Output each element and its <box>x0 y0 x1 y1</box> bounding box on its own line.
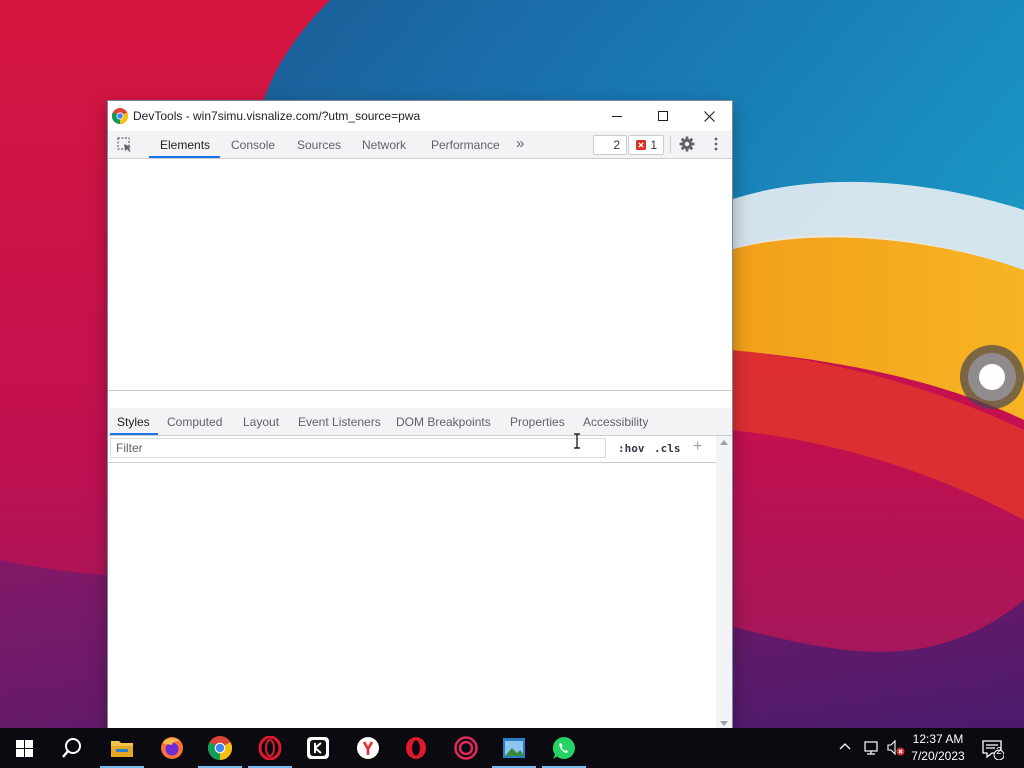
gear-icon[interactable] <box>679 136 695 152</box>
new-style-rule-button[interactable]: + <box>693 438 702 456</box>
active-subtab-indicator <box>110 433 158 435</box>
tab-elements[interactable]: Elements <box>160 131 210 158</box>
taskbar-app-ring[interactable] <box>442 728 490 768</box>
start-button[interactable] <box>0 728 48 768</box>
styles-filter-input[interactable] <box>110 438 606 458</box>
close-button[interactable] <box>686 101 732 131</box>
app-ring-icon <box>454 736 478 760</box>
devtools-main-toolbar: Elements Console Sources Network Perform… <box>108 131 732 159</box>
tab-layout[interactable]: Layout <box>243 408 279 435</box>
maximize-icon <box>658 111 668 121</box>
file-explorer-icon <box>111 741 133 757</box>
clock-time: 12:37 AM <box>912 732 964 746</box>
more-options-kebab-icon[interactable] <box>710 136 722 152</box>
app-window-icon <box>503 738 525 758</box>
notification-count-badge: 2 <box>996 746 1002 757</box>
taskbar-opera-gx[interactable] <box>246 728 294 768</box>
styles-filter-bar: :hov .cls + <box>108 436 716 463</box>
taskbar-firefox[interactable] <box>148 728 196 768</box>
text-cursor-icon <box>574 433 580 449</box>
network-icon[interactable] <box>862 740 880 756</box>
vertical-scrollbar[interactable] <box>716 436 732 728</box>
chrome-logo-icon <box>112 108 128 124</box>
chrome-icon <box>208 736 232 760</box>
maximize-button[interactable] <box>640 101 686 131</box>
tab-console[interactable]: Console <box>231 131 275 158</box>
firefox-icon <box>161 737 183 759</box>
assistive-touch-core <box>979 364 1005 390</box>
hover-state-toggle[interactable]: :hov <box>618 442 645 455</box>
close-icon <box>703 110 715 122</box>
tab-styles[interactable]: Styles <box>117 408 150 435</box>
search-button[interactable] <box>48 728 96 768</box>
taskbar-file-explorer[interactable] <box>98 728 146 768</box>
taskbar-opera[interactable] <box>392 728 440 768</box>
system-clock[interactable]: 12:37 AM 7/20/2023 <box>908 731 968 765</box>
taskbar-whatsapp[interactable] <box>540 728 588 768</box>
taskbar-chrome[interactable] <box>196 728 244 768</box>
taskbar-yandex[interactable] <box>344 728 392 768</box>
devtools-window: DevTools - win7simu.visnalize.com/?utm_s… <box>108 101 732 728</box>
tab-dom-breakpoints[interactable]: DOM Breakpoints <box>396 408 491 435</box>
window-title: DevTools - win7simu.visnalize.com/?utm_s… <box>133 109 421 123</box>
tab-computed[interactable]: Computed <box>167 408 222 435</box>
errors-counter-button[interactable]: 1 <box>628 135 664 155</box>
error-icon <box>636 140 646 150</box>
more-tabs-chevron-icon[interactable]: » <box>516 135 524 152</box>
tab-event-listeners[interactable]: Event Listeners <box>298 408 381 435</box>
toolbar-divider <box>670 136 671 153</box>
search-icon <box>62 738 81 758</box>
class-toggle[interactable]: .cls <box>654 442 681 455</box>
styles-pane[interactable] <box>108 463 716 728</box>
taskbar-app-k[interactable] <box>294 728 342 768</box>
minimize-icon <box>612 116 622 117</box>
clock-date: 7/20/2023 <box>911 749 965 763</box>
opera-gx-icon <box>258 736 282 760</box>
title-bar[interactable]: DevTools - win7simu.visnalize.com/?utm_s… <box>108 101 732 131</box>
tab-sources[interactable]: Sources <box>297 131 341 158</box>
elements-dom-tree-pane[interactable] <box>108 159 732 390</box>
tab-network[interactable]: Network <box>362 131 406 158</box>
sidebar-tabbar: Styles Computed Layout Event Listeners D… <box>108 408 732 436</box>
taskbar-app-window[interactable] <box>490 728 538 768</box>
messages-counter-button[interactable]: 2 <box>593 135 627 155</box>
scroll-up-arrow-icon[interactable] <box>720 440 728 445</box>
active-tab-indicator <box>149 156 220 158</box>
opera-icon <box>406 737 426 759</box>
chevron-up-icon[interactable] <box>838 740 852 754</box>
volume-muted-icon[interactable] <box>886 739 906 757</box>
minimize-button[interactable] <box>594 101 640 131</box>
yandex-icon <box>357 737 379 759</box>
whatsapp-icon <box>552 736 575 759</box>
tab-performance[interactable]: Performance <box>431 131 500 158</box>
start-icon <box>15 739 33 757</box>
errors-count: 1 <box>650 138 657 152</box>
scroll-down-arrow-icon[interactable] <box>720 721 728 726</box>
panel-splitter[interactable] <box>108 390 732 408</box>
app-k-icon <box>307 737 329 759</box>
tab-accessibility[interactable]: Accessibility <box>583 408 648 435</box>
taskbar: 12:37 AM 7/20/2023 2 <box>0 728 1024 768</box>
assistive-touch-button[interactable] <box>960 345 1024 409</box>
tab-properties[interactable]: Properties <box>510 408 565 435</box>
messages-count: 2 <box>613 138 620 152</box>
inspect-element-icon[interactable] <box>116 136 134 154</box>
